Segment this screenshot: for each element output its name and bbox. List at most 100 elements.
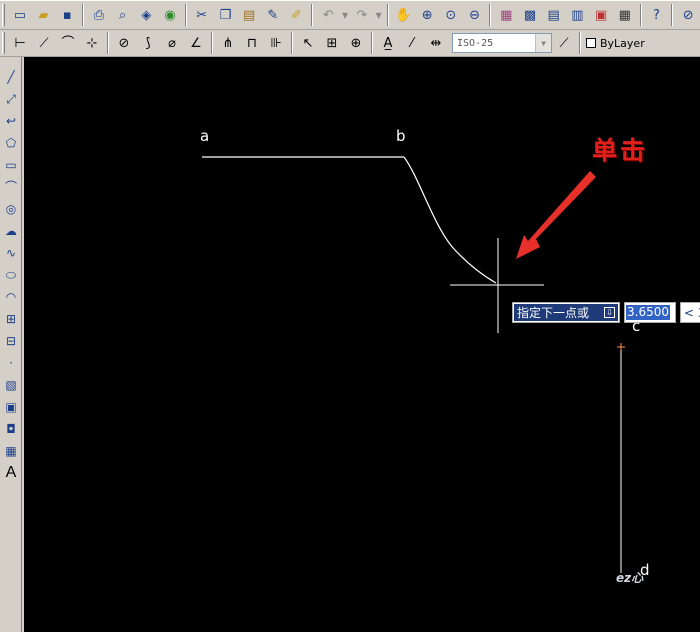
standard-toolbar: ▭ ▰ ▪ ⎙ ⌕ ◈ ◉ ✂ ❐ ▤ ✎ ✐ ↶ ▾ ↷ ▾ ✋ ⊕ ⊙ ⊖ … xyxy=(0,0,700,30)
toolbar-grip[interactable] xyxy=(2,32,5,54)
dynamic-input-prompt-box: 指定下一点或 ⇩ xyxy=(514,304,618,321)
undo-icon[interactable]: ↶ xyxy=(317,4,339,26)
gradient-icon[interactable]: ▣ xyxy=(1,397,21,417)
layer-color-value: ByLayer xyxy=(600,36,645,50)
dimension-style-select[interactable]: ISO-25 ▼ xyxy=(452,33,552,53)
revision-cloud-icon[interactable]: ☁ xyxy=(1,221,21,241)
construction-line-icon[interactable]: ⤢ xyxy=(1,89,21,109)
click-annotation: 单击 xyxy=(592,136,649,165)
center-mark-icon[interactable]: ⊕ xyxy=(345,32,367,54)
zoom-realtime-icon[interactable]: ⊕ xyxy=(416,4,438,26)
match-properties-icon[interactable]: ✎ xyxy=(262,4,284,26)
drawing-canvas[interactable]: a b c d 单击 指定下一点或 ⇩ 3.6500 < 3 ez心 xyxy=(24,57,700,632)
point-label-a: a xyxy=(200,127,210,145)
new-icon[interactable]: ▭ xyxy=(9,4,31,26)
separator xyxy=(671,4,674,26)
separator xyxy=(184,4,187,26)
plot-preview-icon[interactable]: ⌕ xyxy=(112,4,134,26)
pan-icon[interactable]: ✋ xyxy=(393,4,415,26)
open-icon[interactable]: ▰ xyxy=(33,4,55,26)
print-icon[interactable]: ⎙ xyxy=(88,4,110,26)
prompt-text: 指定下一点或 xyxy=(517,306,590,320)
tolerance-icon[interactable]: ⊞ xyxy=(321,32,343,54)
point-label-b: b xyxy=(396,127,406,145)
quick-dimension-icon[interactable]: ⋔ xyxy=(217,32,239,54)
dimension-update-icon[interactable]: ⇹ xyxy=(425,32,447,54)
quick-leader-icon[interactable]: ↖ xyxy=(297,32,319,54)
jogged-dimension-icon[interactable]: ⟆ xyxy=(137,32,159,54)
chevron-down-icon[interactable]: ▼ xyxy=(535,34,551,52)
arrow-down-icon[interactable]: ⇩ xyxy=(604,307,615,318)
separator xyxy=(311,4,314,26)
copy-icon[interactable]: ❐ xyxy=(215,4,237,26)
ordinate-dimension-icon[interactable]: ⊹ xyxy=(81,32,103,54)
help-icon[interactable]: ? xyxy=(646,4,668,26)
polygon-icon[interactable]: ⬠ xyxy=(1,133,21,153)
angular-dimension-icon[interactable]: ∠ xyxy=(185,32,207,54)
circle-icon[interactable]: ◎ xyxy=(1,199,21,219)
separator xyxy=(291,32,293,54)
separator xyxy=(386,4,389,26)
hatch-icon[interactable]: ▧ xyxy=(1,375,21,395)
linear-dimension-icon[interactable]: ⊢ xyxy=(9,32,31,54)
zoom-window-icon[interactable]: ⊙ xyxy=(440,4,462,26)
separator xyxy=(82,4,85,26)
layer-color-control[interactable]: ByLayer xyxy=(586,33,645,53)
paste-icon[interactable]: ▤ xyxy=(238,4,260,26)
properties-icon[interactable]: ▦ xyxy=(495,4,517,26)
rectangle-icon[interactable]: ▭ xyxy=(1,155,21,175)
dimension-style-value: ISO-25 xyxy=(457,37,494,49)
distance-input[interactable]: 3.6500 xyxy=(624,302,676,323)
spline-icon[interactable]: ∿ xyxy=(1,243,21,263)
separator xyxy=(579,32,581,54)
make-block-icon[interactable]: ⊟ xyxy=(1,331,21,351)
separator xyxy=(639,4,642,26)
baseline-dimension-icon[interactable]: ⊓ xyxy=(241,32,263,54)
region-icon[interactable]: ◘ xyxy=(1,419,21,439)
calculator-icon[interactable]: ▦ xyxy=(614,4,636,26)
3d-dwf-icon[interactable]: ◉ xyxy=(159,4,181,26)
arc-icon[interactable]: ⌒ xyxy=(1,177,21,197)
ellipse-icon[interactable]: ⬭ xyxy=(1,265,21,285)
cut-icon[interactable]: ✂ xyxy=(191,4,213,26)
angle-input[interactable]: < 3 xyxy=(680,302,700,323)
multiline-text-icon[interactable]: A xyxy=(1,463,21,483)
design-center-icon[interactable]: ▩ xyxy=(519,4,541,26)
separator xyxy=(489,4,492,26)
save-icon[interactable]: ▪ xyxy=(56,4,78,26)
undo-dropdown-icon[interactable]: ▾ xyxy=(341,4,349,26)
arc-length-icon[interactable]: ⌒ xyxy=(57,32,79,54)
draw-toolbar: ╱ ⤢ ↩ ⬠ ▭ ⌒ ◎ ☁ ∿ ⬭ ◠ ⊞ ⊟ · ▧ ▣ ◘ ▦ A xyxy=(0,57,22,632)
arc-segment-bc[interactable] xyxy=(403,156,497,284)
redo-dropdown-icon[interactable]: ▾ xyxy=(375,4,383,26)
continue-dimension-icon[interactable]: ⊪ xyxy=(265,32,287,54)
ellipse-arc-icon[interactable]: ◠ xyxy=(1,287,21,307)
sheet-set-icon[interactable]: ▥ xyxy=(567,4,589,26)
dimension-edit-icon[interactable]: A̲ xyxy=(377,32,399,54)
aligned-dimension-icon[interactable]: ⟋ xyxy=(33,32,55,54)
radius-dimension-icon[interactable]: ⊘ xyxy=(113,32,135,54)
point-icon[interactable]: · xyxy=(1,353,21,373)
block-editor-icon[interactable]: ✐ xyxy=(286,4,308,26)
toolbar-grip[interactable] xyxy=(2,4,5,26)
distance-value: 3.6500 xyxy=(626,305,670,320)
zoom-previous-icon[interactable]: ⊖ xyxy=(464,4,486,26)
line-icon[interactable]: ╱ xyxy=(1,67,21,87)
polyline-icon[interactable]: ↩ xyxy=(1,111,21,131)
dimension-toolbar: ⊢ ⟋ ⌒ ⊹ ⊘ ⟆ ⌀ ∠ ⋔ ⊓ ⊪ ↖ ⊞ ⊕ A̲ ⁄ ⇹ ISO-2… xyxy=(0,30,700,57)
cad-window: ▭ ▰ ▪ ⎙ ⌕ ◈ ◉ ✂ ❐ ▤ ✎ ✐ ↶ ▾ ↷ ▾ ✋ ⊕ ⊙ ⊖ … xyxy=(0,0,700,632)
table-icon[interactable]: ▦ xyxy=(1,441,21,461)
diameter-dimension-icon[interactable]: ⌀ xyxy=(161,32,183,54)
insert-block-icon[interactable]: ⊞ xyxy=(1,309,21,329)
dynamic-input-prompt[interactable]: 指定下一点或 ⇩ xyxy=(512,302,620,323)
dynamic-input: 指定下一点或 ⇩ 3.6500 < 3 xyxy=(512,302,700,323)
dimension-text-edit-icon[interactable]: ⁄ xyxy=(401,32,423,54)
separator xyxy=(107,32,109,54)
workspace-icon[interactable]: ⊘ xyxy=(677,4,699,26)
redo-icon[interactable]: ↷ xyxy=(351,4,373,26)
dimension-style-icon[interactable]: ⟋ xyxy=(553,32,575,54)
tool-palettes-icon[interactable]: ▤ xyxy=(543,4,565,26)
markup-icon[interactable]: ▣ xyxy=(590,4,612,26)
watermark-logo: ez心 xyxy=(616,571,644,585)
publish-icon[interactable]: ◈ xyxy=(136,4,158,26)
